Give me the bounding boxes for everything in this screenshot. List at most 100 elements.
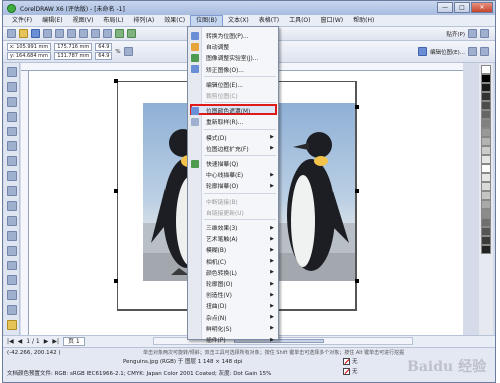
bitmaps-menu-item[interactable]: 艺术笔触(A) ▶ [188, 233, 278, 244]
width-field[interactable]: 175.716 mm [54, 43, 93, 51]
bitmaps-menu-item[interactable]: 三维效果(3) ▶ [188, 222, 278, 233]
trace-bitmap-icon[interactable] [468, 47, 477, 56]
palette-swatch[interactable] [481, 182, 491, 191]
menu-table[interactable]: 表格(T) [254, 15, 284, 27]
bitmaps-menu-item[interactable]: 转换为位图(P)... [188, 30, 278, 41]
palette-swatch[interactable] [481, 173, 491, 182]
bitmaps-menu-item[interactable]: 鲜明化(S) ▶ [188, 323, 278, 334]
selection-handle-mr[interactable] [355, 189, 359, 193]
next-page-icon[interactable]: ▶ [44, 338, 49, 345]
palette-swatch[interactable] [481, 83, 491, 92]
y-position-field[interactable]: y: 164.684 mm [7, 52, 52, 60]
bitmaps-menu-item[interactable]: 位图颜色遮罩(M) [188, 105, 278, 116]
fill-indicator[interactable]: 无 [343, 357, 358, 365]
palette-swatch[interactable] [481, 200, 491, 209]
ellipse-tool-icon[interactable] [6, 171, 17, 182]
bitmaps-menu-item[interactable]: 重新取样(R)... [188, 116, 278, 127]
palette-swatch[interactable] [481, 164, 491, 173]
selection-handle-br[interactable] [355, 279, 359, 283]
redo-icon[interactable] [103, 29, 112, 38]
fill-tool-icon[interactable] [6, 320, 17, 331]
polygon-tool-icon[interactable] [6, 186, 17, 197]
menu-window[interactable]: 窗口(W) [316, 15, 349, 27]
options-icon[interactable] [480, 29, 489, 38]
dimension-tool-icon[interactable] [6, 245, 17, 256]
export-icon[interactable] [127, 29, 136, 38]
connector-tool-icon[interactable] [6, 260, 17, 271]
snap-icon[interactable] [468, 29, 477, 38]
menu-tools[interactable]: 工具(O) [284, 15, 315, 27]
bitmaps-menu-item[interactable]: 图像调整实验室(J)... [188, 52, 278, 63]
palette-swatch[interactable] [481, 191, 491, 200]
cut-icon[interactable] [55, 29, 64, 38]
print-icon[interactable] [43, 29, 52, 38]
palette-swatch[interactable] [481, 218, 491, 227]
basic-shapes-icon[interactable] [6, 201, 17, 211]
palette-swatch[interactable] [481, 119, 491, 128]
minimize-button[interactable]: — [437, 2, 453, 13]
scale-y-field[interactable]: 64.9 [95, 52, 113, 60]
save-icon[interactable] [31, 29, 40, 38]
selection-handle-tl[interactable] [114, 79, 118, 83]
palette-swatch[interactable] [481, 227, 491, 236]
scale-x-field[interactable]: 64.9 [95, 43, 113, 51]
lock-ratio-icon[interactable] [123, 47, 133, 56]
vertical-ruler[interactable] [21, 71, 29, 335]
bitmaps-menu-item[interactable]: 自动调整 [188, 41, 278, 52]
shape-tool-icon[interactable] [6, 81, 17, 92]
palette-swatch[interactable] [481, 245, 491, 254]
bitmaps-menu-item[interactable]: 中心线描摹(E) ▶ [188, 169, 278, 180]
palette-swatch[interactable] [481, 137, 491, 146]
freehand-tool-icon[interactable] [6, 126, 17, 137]
open-icon[interactable] [19, 29, 28, 38]
bitmaps-menu-item[interactable]: 颜色转换(L) ▶ [188, 267, 278, 278]
pick-tool-icon[interactable] [6, 67, 17, 77]
paste-icon[interactable] [79, 29, 88, 38]
bitmaps-menu-item[interactable]: 矫正图像(O)... [188, 64, 278, 75]
palette-swatch[interactable] [481, 236, 491, 245]
close-button[interactable]: ✕ [471, 2, 493, 13]
snap-dropdown[interactable]: 贴齐(P) [446, 30, 465, 38]
prev-page-icon[interactable]: ◀ [18, 338, 23, 345]
zoom-tool-icon[interactable] [6, 111, 17, 122]
menu-edit[interactable]: 编辑(E) [37, 15, 67, 27]
bitmaps-menu-item[interactable]: 模糊(B) ▶ [188, 244, 278, 255]
menu-effects[interactable]: 效果(C) [159, 15, 190, 27]
rectangle-tool-icon[interactable] [6, 156, 17, 167]
selection-handle-ml[interactable] [114, 189, 118, 193]
menu-text[interactable]: 文本(X) [223, 15, 254, 27]
palette-swatch[interactable] [481, 101, 491, 110]
smart-fill-icon[interactable] [6, 141, 17, 152]
edit-bitmap-icon[interactable] [417, 47, 427, 56]
bitmaps-menu-item[interactable]: 杂点(N) ▶ [188, 312, 278, 323]
crop-tool-icon[interactable] [6, 96, 17, 107]
outline-indicator[interactable]: 无 [343, 367, 358, 375]
selection-handle-bl[interactable] [114, 279, 118, 283]
wrap-text-icon[interactable] [480, 47, 489, 56]
outline-tool-icon[interactable] [6, 305, 17, 316]
text-tool-icon[interactable] [6, 215, 17, 226]
new-icon[interactable] [7, 29, 16, 38]
menu-view[interactable]: 视图(V) [68, 15, 99, 27]
height-field[interactable]: 131.787 mm [54, 52, 93, 60]
selection-handle-tr[interactable] [355, 105, 359, 109]
undo-icon[interactable] [91, 29, 100, 38]
x-position-field[interactable]: x: 105.991 mm [7, 43, 52, 51]
edit-bitmap-button[interactable]: 编辑位图(E)... [430, 48, 465, 56]
bitmaps-menu-item[interactable]: 轮廓描摹(O) ▶ [188, 180, 278, 191]
maximize-button[interactable]: □ [454, 2, 470, 13]
palette-swatch[interactable] [481, 146, 491, 155]
bitmaps-menu-item[interactable]: 快速描摹(Q) [188, 158, 278, 169]
palette-swatch[interactable] [481, 74, 491, 83]
menu-layout[interactable]: 布局(L) [98, 15, 128, 27]
first-page-icon[interactable]: |◀ [7, 338, 14, 345]
last-page-icon[interactable]: ▶| [52, 338, 59, 345]
import-icon[interactable] [115, 29, 124, 38]
bitmaps-menu-item[interactable]: 扭曲(D) ▶ [188, 300, 278, 311]
bitmaps-menu-item[interactable]: 轮廓图(O) ▶ [188, 278, 278, 289]
menu-arrange[interactable]: 排列(A) [128, 15, 159, 27]
bitmaps-menu-item[interactable]: 编辑位图(E)... [188, 79, 278, 90]
bitmaps-menu-item[interactable]: 位图边框扩充(F) ▶ [188, 143, 278, 154]
menu-help[interactable]: 帮助(H) [348, 15, 379, 27]
menu-file[interactable]: 文件(F) [7, 15, 37, 27]
